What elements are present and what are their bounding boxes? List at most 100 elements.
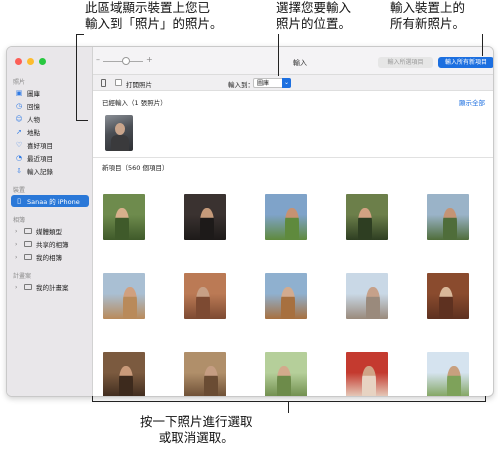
imports-icon: ⇩ (16, 167, 22, 175)
photo-subject (447, 366, 461, 396)
photo-thumbnail[interactable] (346, 194, 388, 240)
callout-leader-line (76, 34, 77, 120)
photo-subject (439, 287, 453, 319)
photo-subject (358, 208, 372, 240)
photo-subject (285, 208, 299, 240)
sidebar: 照片 ▣ 圖庫 ◷ 回憶 ☺ 人物 ➚ 地點 ♡ 喜好項目 ◔ 最近項目 ⇩ 輸… (7, 47, 93, 396)
photo-thumbnail[interactable] (184, 352, 226, 396)
zoom-in-icon: + (146, 55, 153, 64)
sidebar-item-places[interactable]: ➚ 地點 (11, 126, 89, 138)
callout-line: 選擇您要輸入 (276, 0, 352, 15)
sidebar-item-media-types[interactable]: › 媒體類型 (11, 225, 89, 237)
open-photos-label: 打開照片 (126, 81, 152, 89)
device-icon (101, 79, 106, 87)
sidebar-item-label: 輸入記錄 (27, 168, 53, 176)
iphone-icon: ▯ (17, 197, 21, 205)
sidebar-item-label: 最近項目 (27, 155, 53, 163)
sidebar-item-label: 喜好項目 (27, 142, 53, 150)
sidebar-section-projects: 計畫案 (13, 273, 32, 280)
sidebar-item-device[interactable]: ▯ Sanaa 的 iPhone (11, 195, 89, 207)
zoom-out-icon: – (96, 55, 100, 64)
sidebar-item-library[interactable]: ▣ 圖庫 (11, 87, 89, 99)
photo-thumbnail[interactable] (265, 194, 307, 240)
sidebar-item-memories[interactable]: ◷ 回憶 (11, 100, 89, 112)
import-destination-select[interactable]: 圖庫 ⌄ (253, 78, 291, 88)
recents-icon: ◔ (15, 154, 23, 162)
photo-thumbnail[interactable] (184, 194, 226, 240)
photo-thumbnail[interactable] (427, 273, 469, 319)
sidebar-item-favorites[interactable]: ♡ 喜好項目 (11, 139, 89, 151)
photo-subject (200, 208, 214, 240)
chevron-right-icon[interactable]: › (15, 241, 20, 248)
import-all-button[interactable]: 輸入所有新項目 (438, 57, 493, 68)
folder-icon (24, 241, 32, 247)
close-button[interactable] (15, 58, 22, 65)
sidebar-item-people[interactable]: ☺ 人物 (11, 113, 89, 125)
photo-subject (362, 366, 376, 396)
import-options-bar: 打開照片 輸入到： 圖庫 ⌄ (93, 75, 493, 91)
photo-thumbnail[interactable] (103, 352, 145, 396)
callout-line: 輸入裝置上的 (390, 0, 466, 15)
folder-icon (24, 254, 32, 260)
chevron-right-icon[interactable]: › (15, 284, 20, 291)
photo-thumbnail[interactable] (346, 352, 388, 396)
callout-line: 按一下照片進行選取 (140, 414, 253, 429)
photo-thumbnail[interactable] (184, 273, 226, 319)
photo-subject (123, 287, 137, 319)
callout-line: 此區域顯示裝置上您已 (85, 0, 211, 15)
photo-thumbnail[interactable] (427, 352, 469, 396)
callout-select-photos: 按一下照片進行選取 或取消選取。 (140, 414, 253, 446)
sidebar-item-imports[interactable]: ⇩ 輸入記錄 (11, 165, 89, 177)
photo-thumbnail[interactable] (346, 273, 388, 319)
photo-subject (119, 366, 133, 396)
callout-line: 所有新照片。 (390, 16, 466, 31)
callout-line: 或取消選取。 (158, 430, 234, 445)
photo-thumbnail[interactable] (265, 273, 307, 319)
callout-bracket-line (92, 396, 93, 402)
import-selected-button[interactable]: 輸入所選項目 (378, 57, 433, 68)
sidebar-item-my-albums[interactable]: › 我的相簿 (11, 251, 89, 263)
callout-bracket-line (485, 396, 486, 402)
sidebar-item-label: 地點 (27, 129, 40, 137)
callout-bracket-line (288, 401, 289, 413)
chevron-right-icon[interactable]: › (15, 254, 20, 261)
photos-import-window: 照片 ▣ 圖庫 ◷ 回憶 ☺ 人物 ➚ 地點 ♡ 喜好項目 ◔ 最近項目 ⇩ 輸… (6, 46, 494, 397)
sidebar-item-shared-albums[interactable]: › 共享的相簿 (11, 238, 89, 250)
callout-leader-line (76, 34, 84, 35)
sidebar-item-my-projects[interactable]: › 我的計畫案 (11, 281, 89, 293)
sidebar-item-label: 我的相簿 (36, 254, 62, 262)
callout-line: 照片的位置。 (276, 16, 352, 31)
slider-knob[interactable] (122, 57, 130, 65)
sidebar-item-label: 回憶 (27, 103, 40, 111)
sidebar-item-label: 圖庫 (27, 90, 40, 98)
callout-leader-line (482, 34, 483, 56)
open-photos-checkbox[interactable] (115, 79, 122, 86)
photo-thumbnail[interactable] (265, 352, 307, 396)
photo-subject (281, 287, 295, 319)
minimize-button[interactable] (27, 58, 34, 65)
photo-thumbnail[interactable] (103, 273, 145, 319)
sidebar-section-photos: 照片 (13, 79, 26, 86)
sidebar-item-recents[interactable]: ◔ 最近項目 (11, 152, 89, 164)
photo-thumbnail[interactable] (427, 194, 469, 240)
already-imported-photo[interactable] (105, 115, 133, 151)
photo-thumbnail[interactable] (103, 194, 145, 240)
photo-subject (204, 366, 218, 396)
folder-icon (24, 228, 32, 234)
show-all-link[interactable]: 顯示全部 (459, 97, 485, 107)
import-destination-value: 圖庫 (257, 80, 270, 87)
people-icon: ☺ (15, 115, 23, 123)
chevron-right-icon[interactable]: › (15, 228, 20, 235)
callout-already-imported: 此區域顯示裝置上您已 輸入到「照片」的照片。 (85, 0, 223, 32)
section-divider (93, 157, 493, 158)
zoom-button[interactable] (39, 58, 46, 65)
sidebar-item-label: 媒體類型 (36, 228, 62, 236)
import-to-label: 輸入到： (228, 81, 254, 89)
callout-leader-line (76, 120, 88, 121)
sidebar-item-label: Sanaa 的 iPhone (27, 198, 80, 206)
toolbar: – + 輸入 輸入所選項目 輸入所有新項目 (93, 47, 493, 75)
library-icon: ▣ (15, 89, 23, 97)
photo-subject (277, 366, 291, 396)
window-controls (15, 58, 46, 65)
window-title: 輸入 (293, 59, 307, 67)
